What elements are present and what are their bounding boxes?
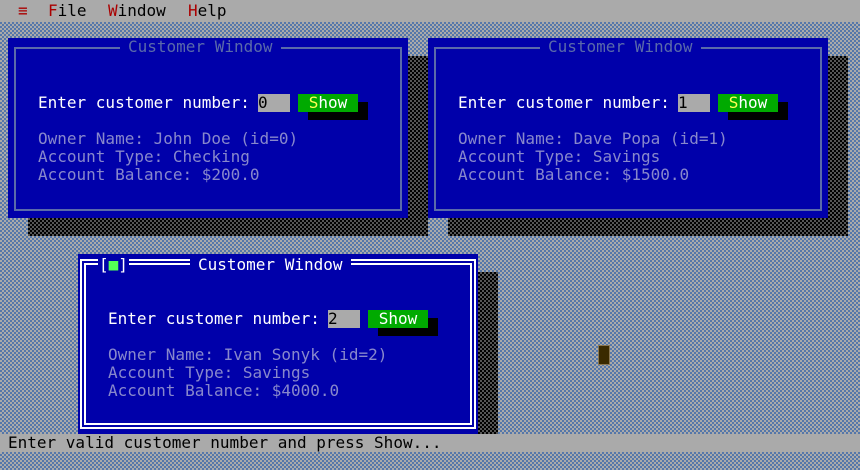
owner-name-text: Owner Name: John Doe (id=0) xyxy=(38,129,299,148)
account-balance-text: Account Balance: $200.0 xyxy=(38,165,260,184)
window-body: [■] Customer Window Enter customer numbe… xyxy=(78,254,478,434)
menu-bar: ≡ File Window Help xyxy=(0,0,860,22)
show-button[interactable]: Show xyxy=(368,310,428,328)
window-body: Customer Window Enter customer number: 1… xyxy=(428,38,828,218)
window-title[interactable]: Customer Window xyxy=(120,38,281,56)
window-body: Customer Window Enter customer number: 0… xyxy=(8,38,408,218)
window-frame xyxy=(80,259,476,429)
window-title[interactable]: Customer Window xyxy=(540,38,701,56)
customer-number-label: Enter customer number: xyxy=(108,309,320,328)
show-button[interactable]: Show xyxy=(298,94,358,112)
system-menu-icon[interactable]: ≡ xyxy=(18,2,28,20)
customer-number-label: Enter customer number: xyxy=(458,93,670,112)
owner-name-text: Owner Name: Dave Popa (id=1) xyxy=(458,129,728,148)
mouse-cursor xyxy=(598,345,610,365)
account-type-text: Account Type: Savings xyxy=(458,147,661,166)
customer-number-label: Enter customer number: xyxy=(38,93,250,112)
account-type-text: Account Type: Savings xyxy=(108,363,311,382)
menu-help[interactable]: Help xyxy=(188,2,227,20)
window-title[interactable]: Customer Window xyxy=(190,256,351,274)
status-bar: Enter valid customer number and press Sh… xyxy=(0,434,860,452)
customer-number-input[interactable]: 2 xyxy=(328,310,360,328)
account-balance-text: Account Balance: $1500.0 xyxy=(458,165,690,184)
account-balance-text: Account Balance: $4000.0 xyxy=(108,381,340,400)
menu-window[interactable]: Window xyxy=(108,2,166,20)
status-text: Enter valid customer number and press Sh… xyxy=(8,433,442,452)
customer-number-input[interactable]: 1 xyxy=(678,94,710,112)
menu-file[interactable]: File xyxy=(48,2,87,20)
show-button[interactable]: Show xyxy=(718,94,778,112)
owner-name-text: Owner Name: Ivan Sonyk (id=2) xyxy=(108,345,388,364)
customer-number-input[interactable]: 0 xyxy=(258,94,290,112)
account-type-text: Account Type: Checking xyxy=(38,147,250,166)
close-icon[interactable]: [■] xyxy=(98,256,129,274)
